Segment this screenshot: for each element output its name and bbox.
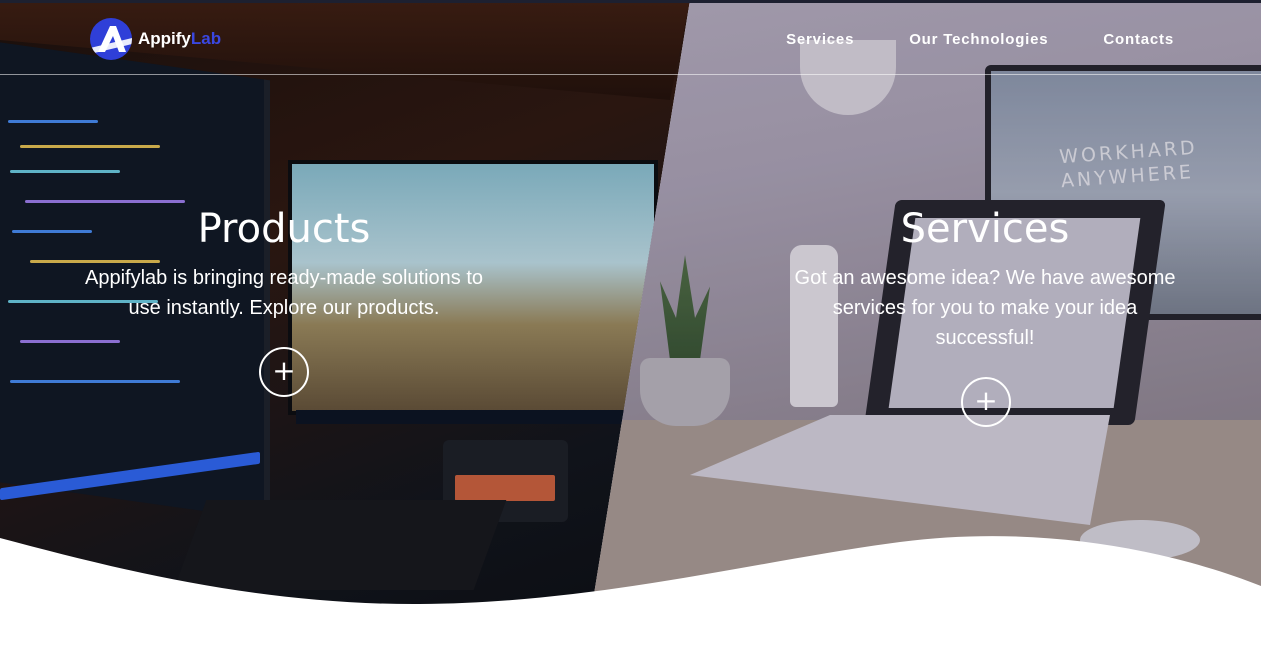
plus-icon: + bbox=[974, 384, 998, 417]
logo-text-accent: Lab bbox=[190, 29, 222, 48]
products-block: Products Appifylab is bringing ready-mad… bbox=[84, 205, 484, 323]
code-line bbox=[20, 145, 160, 148]
services-expand-button[interactable]: + bbox=[961, 377, 1011, 427]
wave-divider bbox=[0, 536, 1261, 650]
monitor-taskbar-decor bbox=[296, 410, 652, 424]
logo-icon bbox=[90, 18, 132, 60]
code-line bbox=[25, 200, 185, 203]
code-line bbox=[12, 230, 92, 233]
products-title: Products bbox=[197, 206, 371, 252]
nav-contacts[interactable]: Contacts bbox=[1103, 31, 1174, 48]
phone-waveform-decor bbox=[455, 475, 555, 501]
services-description: Got an awesome idea? We have awesome ser… bbox=[794, 267, 1176, 349]
code-line bbox=[20, 340, 120, 343]
plus-icon: + bbox=[272, 354, 296, 387]
logo-text-primary: Appify bbox=[138, 29, 191, 48]
products-expand-button[interactable]: + bbox=[259, 347, 309, 397]
top-border bbox=[0, 0, 1261, 3]
site-header: AppifyLab Services Our Technologies Cont… bbox=[0, 3, 1261, 75]
services-block: Services Got an awesome idea? We have aw… bbox=[785, 205, 1185, 353]
code-line bbox=[10, 380, 180, 383]
nav-our-technologies[interactable]: Our Technologies bbox=[909, 31, 1048, 48]
main-nav: Services Our Technologies Contacts bbox=[731, 31, 1174, 48]
code-line bbox=[8, 120, 98, 123]
logo-text: AppifyLab bbox=[138, 29, 221, 49]
logo[interactable]: AppifyLab bbox=[90, 18, 221, 60]
code-line bbox=[10, 170, 120, 173]
products-description: Appifylab is bringing ready-made solutio… bbox=[85, 267, 483, 319]
services-title: Services bbox=[900, 206, 1070, 252]
nav-services[interactable]: Services bbox=[786, 31, 854, 48]
